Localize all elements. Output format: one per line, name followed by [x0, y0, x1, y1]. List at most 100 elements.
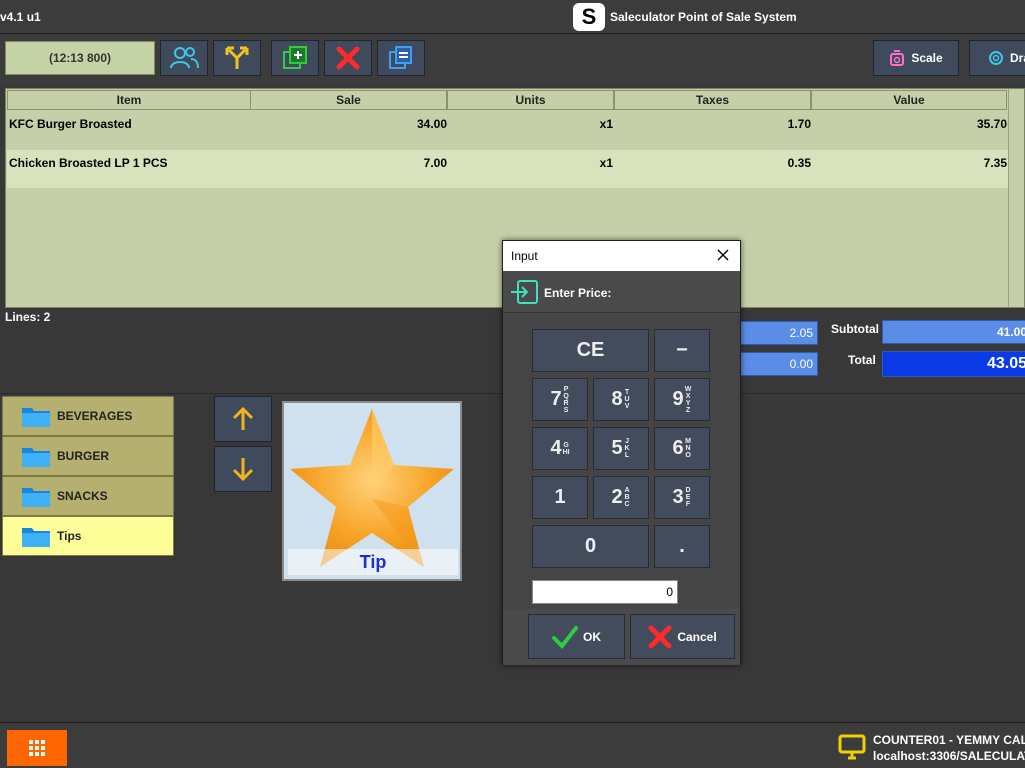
- folder-icon: [22, 408, 50, 427]
- row-sale: 34.00: [416, 117, 447, 131]
- key-letters: PQRS: [563, 385, 569, 414]
- database-label: localhost:3306/SALECULAT: [873, 749, 1025, 763]
- scale-icon: [890, 50, 905, 66]
- scale-label: Scale: [911, 51, 943, 65]
- table-row[interactable]: KFC Burger Broasted 34.00 x1 1.70 35.70: [7, 111, 1009, 149]
- close-icon[interactable]: [714, 246, 732, 264]
- category-snacks[interactable]: SNACKS: [2, 476, 174, 516]
- key-digit: 2: [611, 486, 623, 508]
- key-6[interactable]: 6 MNO: [654, 427, 710, 470]
- row-item: KFC Burger Broasted: [9, 117, 132, 131]
- app-title: Saleculator Point of Sale System: [610, 10, 797, 24]
- split-button[interactable]: [213, 40, 261, 76]
- row-taxes: 0.35: [787, 156, 811, 170]
- folder-icon: [22, 488, 50, 507]
- key-clear-label: CE: [576, 339, 605, 361]
- close-icon: [648, 625, 672, 648]
- key-letters: DEF: [685, 487, 691, 508]
- key-7[interactable]: 7 PQRS: [532, 378, 588, 421]
- product-label: Tip: [288, 549, 458, 575]
- arrow-up-icon: [232, 406, 254, 430]
- category-tips[interactable]: Tips: [2, 516, 174, 556]
- key-minus[interactable]: −: [654, 329, 710, 372]
- customers-button[interactable]: [160, 40, 208, 76]
- key-digit: 7: [550, 388, 562, 410]
- ticket-list-button[interactable]: [377, 40, 425, 76]
- key-5[interactable]: 5 JKL: [593, 427, 649, 470]
- key-letters: JKL: [624, 438, 630, 459]
- category-scroll-down-button[interactable]: [214, 446, 272, 492]
- column-header-value[interactable]: Value: [811, 90, 1007, 110]
- folder-icon: [22, 528, 50, 547]
- row-value: 7.35: [983, 156, 1007, 170]
- column-header-sale[interactable]: Sale: [250, 90, 447, 110]
- column-header-units[interactable]: Units: [447, 90, 614, 110]
- arrow-down-icon: [232, 458, 254, 482]
- key-2[interactable]: 2 ABC: [593, 476, 649, 519]
- dialog-header: Enter Price:: [503, 271, 740, 313]
- product-tip[interactable]: Tip: [282, 401, 462, 581]
- key-digit: 4: [550, 437, 562, 459]
- total-field: 43.05: [882, 351, 1025, 377]
- checkmark-icon: [552, 625, 578, 649]
- table-row[interactable]: Chicken Broasted LP 1 PCS 7.00 x1 0.35 7…: [7, 150, 1009, 188]
- category-burger[interactable]: BURGER: [2, 436, 174, 476]
- key-decimal[interactable]: .: [654, 525, 710, 568]
- category-label: Tips: [57, 529, 82, 543]
- drawer-button[interactable]: Dra: [969, 40, 1025, 76]
- key-9[interactable]: 9 WXYZ: [654, 378, 710, 421]
- input-icon: [511, 280, 538, 304]
- key-letters: WXYZ: [684, 385, 692, 414]
- delete-ticket-button[interactable]: [324, 40, 372, 76]
- monitor-icon: [838, 734, 866, 760]
- status-bar: COUNTER01 - YEMMY CALIC localhost:3306/S…: [0, 722, 1025, 768]
- key-minus-label: −: [676, 339, 688, 361]
- key-digit: 9: [672, 388, 684, 410]
- category-scroll-up-button[interactable]: [214, 396, 272, 442]
- subtotal-label: Subtotal: [831, 322, 879, 336]
- cancel-button[interactable]: Cancel: [630, 614, 735, 659]
- key-8[interactable]: 8 TUV: [593, 378, 649, 421]
- column-header-taxes[interactable]: Taxes: [614, 90, 811, 110]
- key-1[interactable]: 1: [532, 476, 588, 519]
- key-letters: MNO: [685, 438, 691, 459]
- column-header-item[interactable]: Item: [7, 90, 251, 110]
- key-digit: 6: [672, 437, 684, 459]
- input-dialog: Input Enter Price: CE − 7 PQRS 8 TUV 9 WXYZ…: [502, 240, 741, 665]
- row-value: 35.70: [976, 117, 1007, 131]
- table-scrollbar[interactable]: [1008, 89, 1024, 307]
- category-label: BURGER: [57, 449, 110, 463]
- key-decimal-label: .: [679, 535, 685, 557]
- ok-label: OK: [583, 629, 601, 644]
- users-icon: [170, 47, 199, 69]
- ticket-id-button[interactable]: (12:13 800): [5, 41, 155, 75]
- key-digit: 1: [554, 486, 566, 508]
- new-ticket-button[interactable]: [271, 40, 319, 76]
- split-arrows-icon: [225, 46, 249, 69]
- category-beverages[interactable]: BEVERAGES: [2, 396, 174, 436]
- row-units: x1: [599, 117, 613, 131]
- key-digit: 5: [611, 437, 623, 459]
- key-0[interactable]: 0: [532, 525, 649, 568]
- category-label: SNACKS: [57, 489, 108, 503]
- key-digit: 3: [672, 486, 684, 508]
- key-clear[interactable]: CE: [532, 329, 649, 372]
- main-menu-button[interactable]: [7, 730, 67, 766]
- ok-button[interactable]: OK: [528, 614, 625, 659]
- key-letters: GHI: [562, 441, 570, 456]
- toolbar: (12:13 800) Scale Dr: [0, 35, 1025, 85]
- folder-icon: [22, 448, 50, 467]
- price-input[interactable]: [532, 580, 678, 604]
- close-icon: [336, 46, 360, 70]
- dialog-title: Input: [503, 241, 740, 271]
- discount-total-field: 0.00: [728, 352, 818, 376]
- version-label: v4.1 u1: [0, 10, 41, 24]
- app-logo: S: [573, 3, 605, 31]
- key-3[interactable]: 3 DEF: [654, 476, 710, 519]
- copy-icon: [389, 46, 412, 69]
- scale-button[interactable]: Scale: [873, 40, 959, 76]
- numeric-keypad: CE − 7 PQRS 8 TUV 9 WXYZ 4 GHI 5 JKL 6 MNO 1 2…: [503, 314, 740, 609]
- key-4[interactable]: 4 GHI: [532, 427, 588, 470]
- tax-total-field: 2.05: [728, 321, 818, 345]
- counter-label: COUNTER01 - YEMMY CALIC: [873, 733, 1025, 747]
